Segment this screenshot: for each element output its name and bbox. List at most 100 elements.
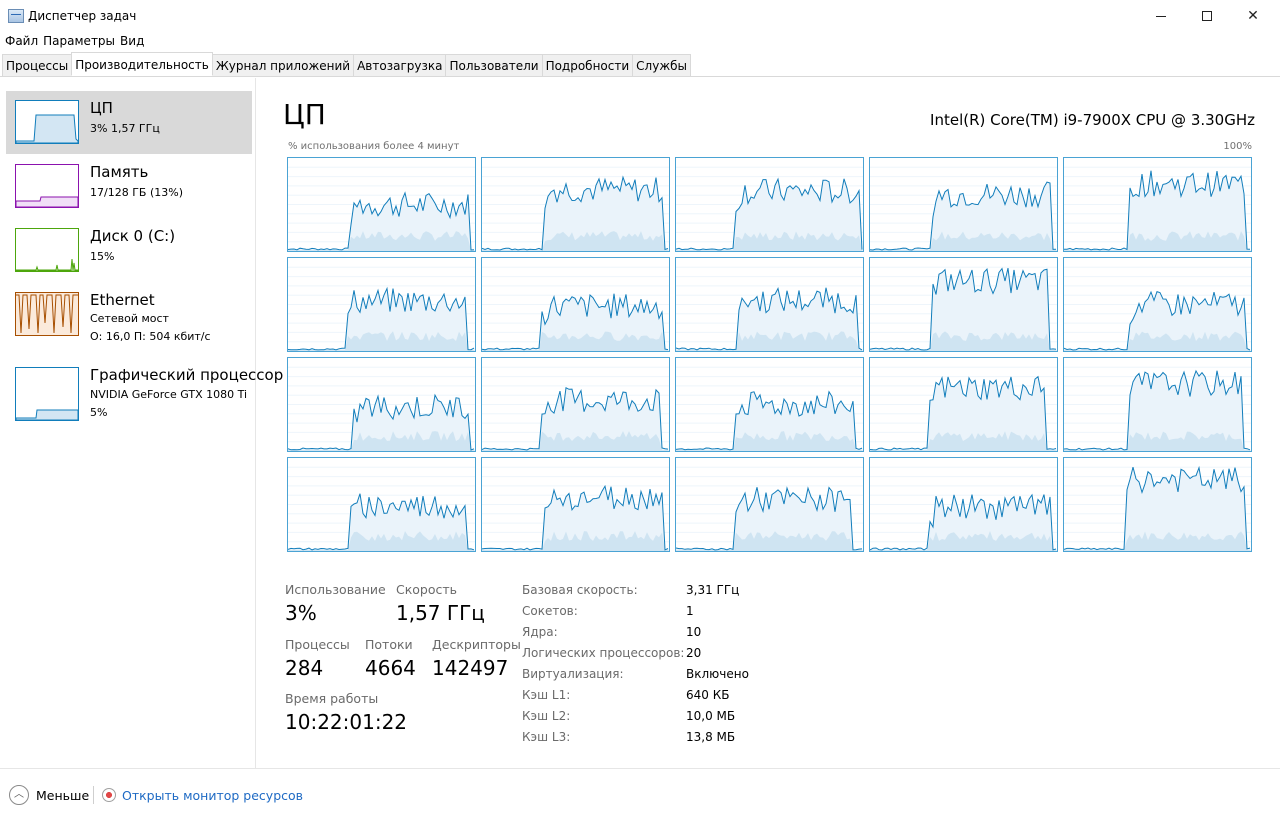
uptime-label: Время работы (285, 691, 379, 706)
sidebar-item-subtitle: NVIDIA GeForce GTX 1080 Ti (90, 388, 248, 401)
cpu-details-panel: ЦП Intel(R) Core(TM) i9-7900X CPU @ 3.30… (257, 78, 1280, 768)
logical-processor-graph (481, 457, 670, 552)
sidebar-item-throughput: О: 16,0 П: 504 кбит/с (90, 330, 211, 343)
menu-file[interactable]: Файл (4, 32, 42, 52)
chevron-up-icon[interactable]: ︿ (9, 785, 29, 805)
sidebar-item-subtitle: 3% 1,57 ГГц (90, 122, 160, 135)
sidebar-item-subtitle: 17/128 ГБ (13%) (90, 186, 183, 199)
cpu-thumbnail-graph (15, 100, 79, 144)
processes-value: 284 (285, 656, 324, 680)
logical-processor-graph (287, 157, 476, 252)
uptime-value: 10:22:01:22 (285, 710, 408, 734)
speed-value: 1,57 ГГц (396, 601, 485, 625)
logical-processor-graph (287, 457, 476, 552)
l1-cache-label: Кэш L1: (522, 688, 571, 702)
logical-processor-graph (675, 457, 864, 552)
logical-processor-graph (287, 357, 476, 452)
sidebar-item-memory[interactable]: Память 17/128 ГБ (13%) (6, 155, 252, 218)
usage-label: Использование (285, 582, 386, 597)
logical-processors-value: 20 (686, 646, 702, 660)
fewer-details-button[interactable]: Меньше (36, 788, 89, 803)
l3-cache-value: 13,8 МБ (686, 730, 736, 744)
performance-sidebar: ЦП 3% 1,57 ГГц Память 17/128 ГБ (13%) Ди… (0, 78, 283, 768)
threads-label: Потоки (365, 637, 413, 652)
window-title: Диспетчер задач (28, 9, 137, 23)
gpu-thumbnail-graph (15, 367, 79, 421)
logical-processor-graph (675, 257, 864, 352)
logical-processor-graph (869, 157, 1058, 252)
virtualization-value: Включено (686, 667, 749, 681)
menu-view[interactable]: Вид (119, 32, 148, 52)
close-icon: ✕ (1247, 8, 1259, 24)
maximize-icon (1202, 11, 1212, 21)
tab-details[interactable]: Подробности (541, 54, 634, 76)
sidebar-item-gpu[interactable]: Графический процессор NVIDIA GeForce GTX… (6, 358, 283, 421)
handles-label: Дескрипторы (432, 637, 521, 652)
minimize-icon (1156, 15, 1166, 17)
maximize-button[interactable] (1184, 0, 1230, 32)
title-bar: Диспетчер задач ✕ (0, 0, 1280, 32)
tab-performance[interactable]: Производительность (71, 52, 213, 76)
disk-thumbnail-graph (15, 228, 79, 272)
sidebar-item-disk[interactable]: Диск 0 (C:) 15% (6, 219, 252, 282)
logical-processor-graph (1063, 357, 1252, 452)
sidebar-item-title: Ethernet (90, 291, 155, 309)
tab-startup[interactable]: Автозагрузка (353, 54, 447, 76)
sidebar-item-title: Память (90, 163, 149, 181)
footer-bar: ︿ Меньше Открыть монитор ресурсов (0, 768, 1280, 820)
tab-users[interactable]: Пользователи (445, 54, 543, 76)
speed-label: Скорость (396, 582, 458, 597)
logical-processor-graph (287, 257, 476, 352)
processes-label: Процессы (285, 637, 350, 652)
open-resource-monitor-link[interactable]: Открыть монитор ресурсов (122, 788, 303, 803)
sidebar-item-subtitle: Сетевой мост (90, 312, 169, 325)
sockets-label: Сокетов: (522, 604, 578, 618)
tab-processes[interactable]: Процессы (2, 54, 73, 76)
logical-processor-graph (481, 357, 670, 452)
page-title: ЦП (283, 98, 326, 131)
handles-value: 142497 (432, 656, 509, 680)
threads-value: 4664 (365, 656, 416, 680)
logical-processor-graph (1063, 157, 1252, 252)
menu-bar: Файл Параметры Вид (0, 32, 1280, 52)
memory-thumbnail-graph (15, 164, 79, 208)
sidebar-item-ethernet[interactable]: Ethernet Сетевой мост О: 16,0 П: 504 кби… (6, 283, 252, 346)
l2-cache-value: 10,0 МБ (686, 709, 736, 723)
logical-processor-graph (1063, 257, 1252, 352)
logical-processor-graph (675, 357, 864, 452)
graph-max-label: 100% (1223, 141, 1252, 152)
sidebar-item-subtitle: 15% (90, 250, 115, 263)
resource-monitor-icon (102, 788, 116, 802)
l2-cache-label: Кэш L2: (522, 709, 571, 723)
sidebar-item-title: Графический процессор (90, 366, 284, 384)
menu-options[interactable]: Параметры (42, 32, 119, 52)
logical-processors-label: Логических процессоров: (522, 646, 685, 660)
minimize-button[interactable] (1138, 0, 1184, 32)
l3-cache-label: Кэш L3: (522, 730, 571, 744)
sidebar-item-cpu[interactable]: ЦП 3% 1,57 ГГц (6, 91, 252, 154)
ethernet-thumbnail-graph (15, 292, 79, 336)
cores-label: Ядра: (522, 625, 558, 639)
graph-caption: % использования более 4 минут (288, 141, 460, 152)
task-manager-icon (8, 9, 24, 23)
virtualization-label: Виртуализация: (522, 667, 624, 681)
cpu-model-name: Intel(R) Core(TM) i9-7900X CPU @ 3.30GHz (930, 111, 1255, 129)
logical-processor-graph (1063, 457, 1252, 552)
logical-processor-graph (675, 157, 864, 252)
sidebar-item-title: Диск 0 (C:) (90, 227, 176, 245)
logical-processor-graphs (287, 157, 1252, 552)
logical-processor-graph (869, 257, 1058, 352)
tab-services[interactable]: Службы (632, 54, 692, 76)
sidebar-item-title: ЦП (90, 99, 113, 117)
base-speed-label: Базовая скорость: (522, 583, 638, 597)
close-button[interactable]: ✕ (1230, 0, 1276, 32)
usage-value: 3% (285, 601, 317, 625)
cores-value: 10 (686, 625, 702, 639)
logical-processor-graph (481, 257, 670, 352)
logical-processor-graph (481, 157, 670, 252)
tab-app-history[interactable]: Журнал приложений (211, 54, 355, 76)
tab-bar: Процессы Производительность Журнал прило… (0, 52, 1280, 77)
logical-processor-graph (869, 357, 1058, 452)
logical-processor-graph (869, 457, 1058, 552)
footer-divider (93, 786, 94, 804)
